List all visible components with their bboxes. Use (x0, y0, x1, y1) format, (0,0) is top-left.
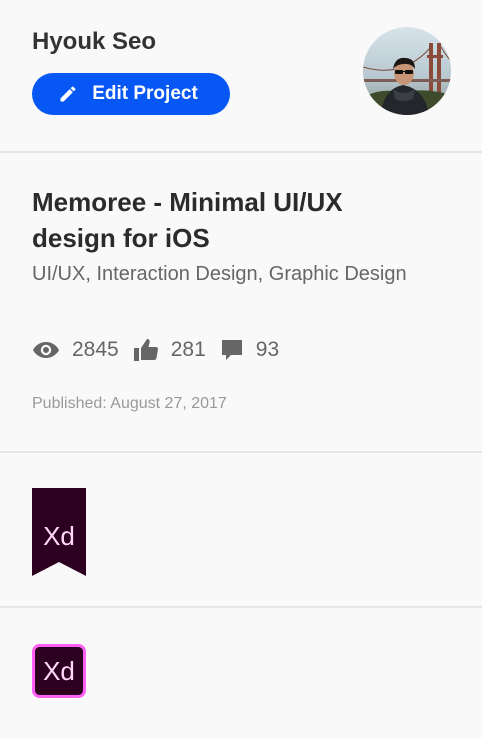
section-divider (0, 606, 482, 608)
xd-app-icon[interactable]: Xd (32, 644, 86, 698)
views-stat: 2845 (32, 338, 119, 362)
eye-icon (33, 342, 59, 358)
comment-icon (221, 340, 242, 360)
xd-badge-label: Xd (43, 656, 75, 686)
edit-project-label: Edit Project (92, 83, 198, 104)
pencil-icon (60, 86, 76, 102)
appreciations-count: 281 (170, 338, 206, 361)
section-divider (0, 151, 482, 153)
comments-stat: 93 (220, 338, 279, 362)
section-divider (0, 451, 482, 453)
project-stats: 2845 281 93 (32, 336, 293, 364)
edit-project-button[interactable]: Edit Project (32, 73, 230, 115)
owner-avatar[interactable] (363, 27, 451, 115)
xd-ribbon-label: Xd (43, 521, 75, 551)
xd-ribbon-icon[interactable]: Xd (32, 488, 86, 576)
project-title: Memoree - Minimal UI/UX design for iOS (32, 187, 343, 253)
comments-count: 93 (255, 338, 280, 361)
owner-name[interactable]: Hyouk Seo (32, 28, 156, 56)
thumbs-up-icon (133, 339, 158, 361)
published-date: Published: August 27, 2017 (32, 395, 227, 412)
project-fields[interactable]: UI/UX, Interaction Design, Graphic Desig… (32, 259, 432, 290)
views-count: 2845 (72, 338, 119, 361)
appreciations-stat: 281 (133, 338, 206, 362)
